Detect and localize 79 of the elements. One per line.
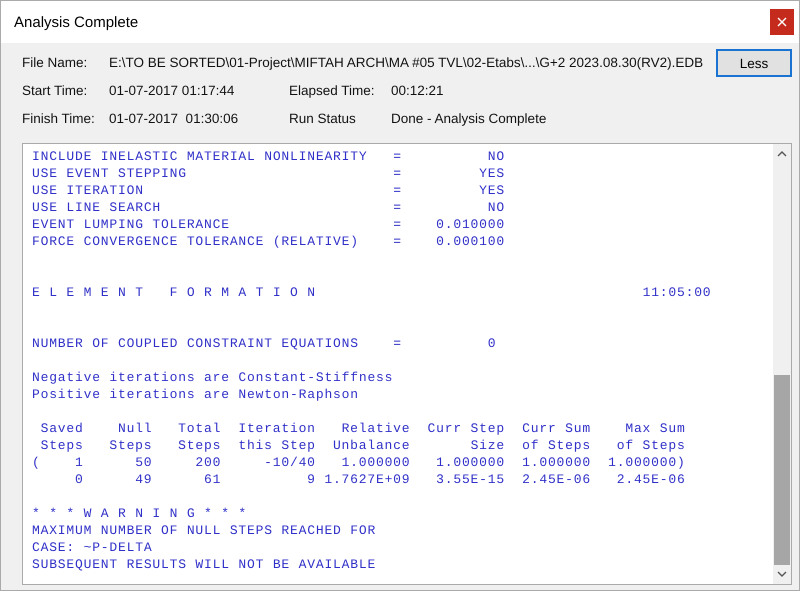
equals-sign: = <box>393 216 402 233</box>
close-icon <box>777 17 787 27</box>
column-header: this Step <box>237 437 316 454</box>
field-label: File Name: <box>22 55 88 70</box>
table-cell-text: 200 <box>194 454 222 471</box>
column-header: Total <box>177 420 222 437</box>
setting-value: 0.010000 <box>435 216 505 233</box>
column-header: Max Sum <box>624 420 686 437</box>
setting-label: NUMBER OF COUPLED CONSTRAINT EQUATIONS <box>32 335 360 352</box>
field-label: Finish Time: <box>22 111 96 126</box>
table-cell-text: 2.45E-06 <box>521 471 591 488</box>
table-cell-text: 3.55E-15 <box>435 471 505 488</box>
column-header: Null <box>116 420 152 437</box>
column-header: Curr Step <box>426 420 505 437</box>
bracket: ( <box>32 455 41 470</box>
window-title: Analysis Complete <box>14 14 138 30</box>
scroll-down-icon[interactable] <box>777 571 787 578</box>
table-cell-text: 49 <box>134 471 152 488</box>
column-header: Unbalance <box>332 437 410 454</box>
table-cell-text: 1.000000) <box>607 454 686 471</box>
column-header: Saved <box>40 420 84 437</box>
setting-value: 0 <box>486 335 496 352</box>
setting-value: NO <box>486 199 505 216</box>
column-header: of Steps <box>616 437 686 454</box>
setting-label: USE ITERATION <box>32 182 145 199</box>
table-cell-text: 1 <box>74 454 84 471</box>
scroll-up-icon[interactable] <box>777 150 787 157</box>
table-cell-text: 1.000000 <box>340 454 410 471</box>
setting-label: EVENT LUMPING TOLERANCE <box>32 216 231 233</box>
warning-text: SUBSEQUENT RESULTS WILL NOT BE AVAILABLE <box>32 556 378 573</box>
field-value: 01-07-2017 01:17:44 <box>109 83 236 98</box>
scrollbar-thumb[interactable] <box>774 375 790 565</box>
table-cell-text: 1.7627E+09 <box>323 471 410 488</box>
setting-value: YES <box>478 165 505 182</box>
setting-label: INCLUDE INELASTIC MATERIAL NONLINEARITY <box>32 148 368 165</box>
setting-label: FORCE CONVERGENCE TOLERANCE (RELATIVE) <box>32 233 360 250</box>
equals-sign: = <box>393 335 402 352</box>
close-button[interactable] <box>770 9 794 35</box>
setting-label: USE LINE SEARCH <box>32 199 162 216</box>
table-cell-text: 1.000000 <box>521 454 591 471</box>
field-value: Done - Analysis Complete <box>391 111 546 126</box>
column-header: Curr Sum <box>521 420 591 437</box>
column-header: Iteration <box>237 420 316 437</box>
field-label: Elapsed Time: <box>289 83 376 98</box>
equals-sign: = <box>393 233 402 250</box>
setting-value: YES <box>478 182 505 199</box>
equals-sign: = <box>393 148 402 165</box>
column-header: of Steps <box>521 437 591 454</box>
table-cell-text: 1.000000 <box>435 454 505 471</box>
section-heading: E L E M E N T F O R M A T I O N <box>32 284 317 301</box>
table-cell-text: 0 <box>74 471 84 488</box>
table-cell-text: 2.45E-06 <box>616 471 686 488</box>
column-header: Steps <box>177 437 222 454</box>
table-cell-text: 50 <box>134 454 152 471</box>
field-label: Run Status <box>289 111 357 126</box>
field-label: Start Time: <box>22 83 88 98</box>
log-note: Negative iterations are Constant-Stiffness <box>32 369 394 386</box>
field-value: 00:12:21 <box>391 83 444 98</box>
column-header: Steps <box>40 437 84 454</box>
column-header: Size <box>470 437 505 454</box>
warning-heading: * * * W A R N I N G * * * <box>32 505 248 522</box>
field-value: 01-07-2017 01:30:06 <box>109 111 240 126</box>
setting-label: USE EVENT STEPPING <box>32 165 188 182</box>
warning-text: MAXIMUM NUMBER OF NULL STEPS REACHED FOR <box>32 522 378 539</box>
warning-text: CASE: ~P-DELTA <box>32 539 154 556</box>
less-button[interactable]: Less <box>716 49 792 77</box>
setting-value: 0.000100 <box>435 233 505 250</box>
log-note: Positive iterations are Newton-Raphson <box>32 386 360 403</box>
table-cell-text: 9 <box>306 471 316 488</box>
field-value: E:\TO BE SORTED\01-Project\MIFTAH ARCH\MA #05 TVL\02-Etabs\...\G+2 2023.08.30(RV2).EDB <box>109 55 704 70</box>
section-time: 11:05:00 <box>642 284 712 301</box>
table-cell-text: 61 <box>202 471 222 488</box>
column-header: Steps <box>108 437 152 454</box>
column-header: Relative <box>340 420 410 437</box>
equals-sign: = <box>393 199 402 216</box>
setting-value: NO <box>486 148 505 165</box>
equals-sign: = <box>393 165 402 182</box>
table-cell-text: -10/40 <box>263 454 316 471</box>
equals-sign: = <box>393 182 402 199</box>
